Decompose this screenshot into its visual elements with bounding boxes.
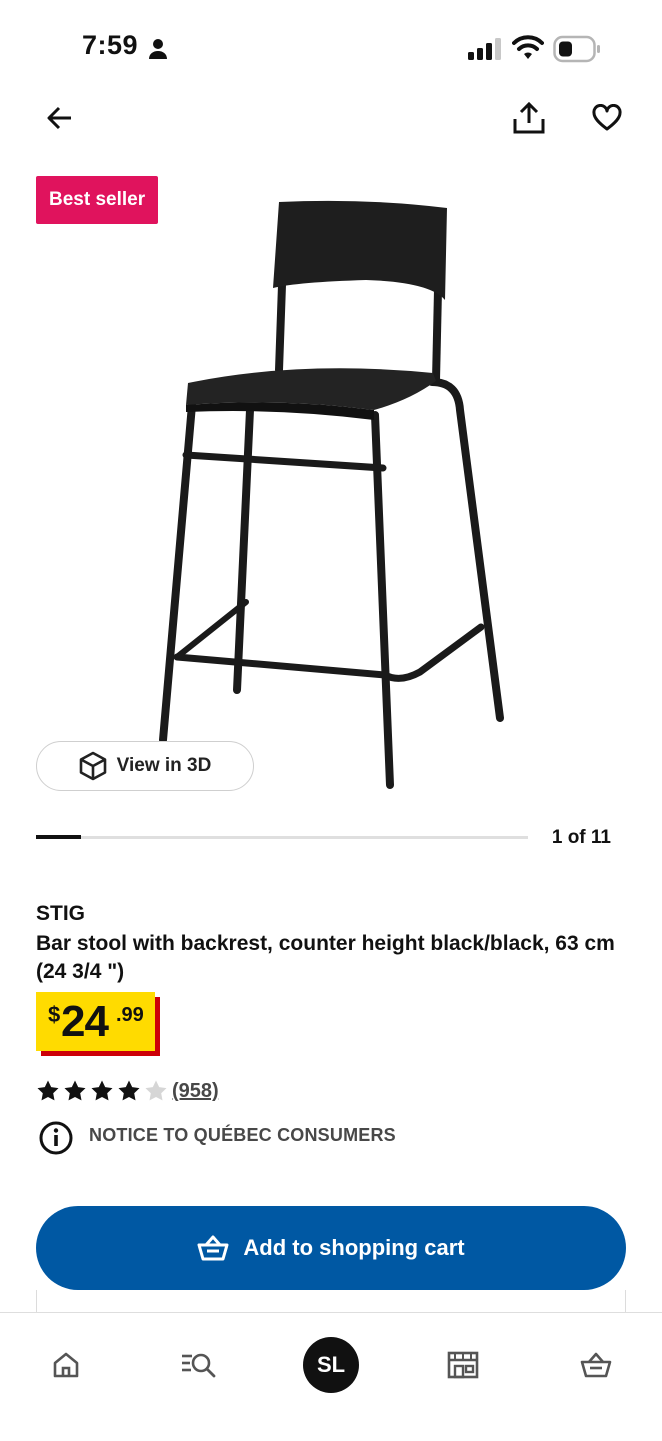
carousel-progress-track [36, 835, 528, 839]
nav-profile[interactable]: SL [301, 1335, 361, 1395]
basket-icon [197, 1235, 229, 1261]
add-to-cart-button[interactable]: Add to shopping cart [36, 1206, 626, 1290]
share-icon [513, 101, 545, 134]
quebec-notice-link[interactable]: NOTICE TO QUÉBEC CONSUMERS [89, 1125, 396, 1146]
nav-cart[interactable] [566, 1335, 626, 1395]
product-description: Bar stool with backrest, counter height … [36, 932, 615, 983]
battery-icon [553, 35, 601, 68]
back-arrow-icon [47, 106, 71, 130]
heart-icon [592, 104, 622, 131]
star-icon [117, 1079, 141, 1108]
star-icon [36, 1079, 60, 1108]
signal-icon [468, 38, 502, 65]
back-button[interactable] [36, 94, 84, 142]
price-integer: 24 [61, 997, 109, 1046]
star-icon [144, 1079, 168, 1108]
search-icon [182, 1353, 216, 1378]
share-button[interactable] [505, 94, 553, 142]
status-time: 7:59 [82, 30, 139, 60]
best-seller-badge: Best seller [36, 176, 159, 224]
price-decimal: .99 [116, 1004, 144, 1026]
avatar: SL [303, 1337, 359, 1393]
cube-icon [79, 751, 106, 781]
product-name: STIG [36, 902, 86, 925]
nav-stores[interactable] [433, 1335, 493, 1395]
person-icon [148, 38, 168, 65]
review-count-link[interactable]: (958) [172, 1080, 219, 1103]
view-in-3d-button[interactable]: View in 3D [36, 741, 254, 791]
home-icon [53, 1352, 79, 1378]
store-icon [447, 1351, 479, 1379]
price-tag-face: $ 24 .99 [36, 992, 155, 1051]
carousel-counter: 1 of 11 [551, 827, 611, 848]
add-to-cart-label: Add to shopping cart [243, 1235, 465, 1260]
basket-icon [580, 1352, 612, 1378]
product-image[interactable] [150, 195, 520, 800]
info-icon[interactable] [38, 1120, 74, 1161]
price-currency: $ [48, 1002, 61, 1027]
nav-home[interactable] [36, 1335, 96, 1395]
wifi-icon [512, 34, 544, 65]
star-icon [90, 1079, 114, 1108]
carousel-progress-fill [36, 835, 82, 839]
price-tag: $ 24 .99 [36, 992, 160, 1056]
view-in-3d-label: View in 3D [116, 755, 212, 776]
nav-search[interactable] [168, 1335, 228, 1395]
favorite-button[interactable] [583, 94, 631, 142]
star-icon [63, 1079, 87, 1108]
rating-stars[interactable] [36, 1079, 168, 1108]
bottom-nav: SL [0, 1312, 662, 1441]
